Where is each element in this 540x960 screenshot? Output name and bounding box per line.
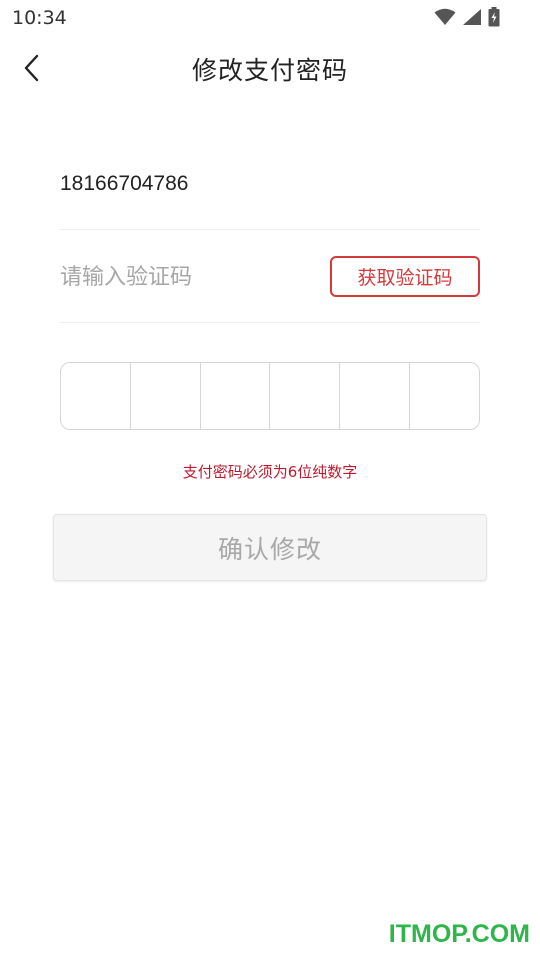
watermark-logo: ITMOP.COM xyxy=(388,920,530,948)
verification-code-row: 获取验证码 xyxy=(60,231,480,323)
status-time: 10:34 xyxy=(12,7,67,29)
password-input-boxes[interactable] xyxy=(60,362,480,430)
password-digit-2[interactable] xyxy=(131,363,201,429)
status-icons xyxy=(434,7,500,31)
wifi-icon xyxy=(434,8,456,30)
password-digit-1[interactable] xyxy=(61,363,131,429)
status-bar: 10:34 xyxy=(0,0,540,36)
password-digit-5[interactable] xyxy=(340,363,411,429)
password-digit-3[interactable] xyxy=(201,363,271,429)
verification-code-input[interactable] xyxy=(60,259,310,295)
page-title: 修改支付密码 xyxy=(191,56,348,85)
app-header: 修改支付密码 xyxy=(0,40,540,100)
phone-row: 18166704786 xyxy=(60,150,480,230)
password-digit-4[interactable] xyxy=(270,363,341,429)
password-hint: 支付密码必须为6位纯数字 xyxy=(182,463,358,481)
battery-charging-icon xyxy=(488,7,500,31)
get-code-button[interactable]: 获取验证码 xyxy=(330,256,480,297)
password-digit-6[interactable] xyxy=(410,363,479,429)
phone-number: 18166704786 xyxy=(60,172,189,195)
confirm-button[interactable]: 确认修改 xyxy=(53,514,487,581)
cellular-signal-icon xyxy=(462,8,482,30)
